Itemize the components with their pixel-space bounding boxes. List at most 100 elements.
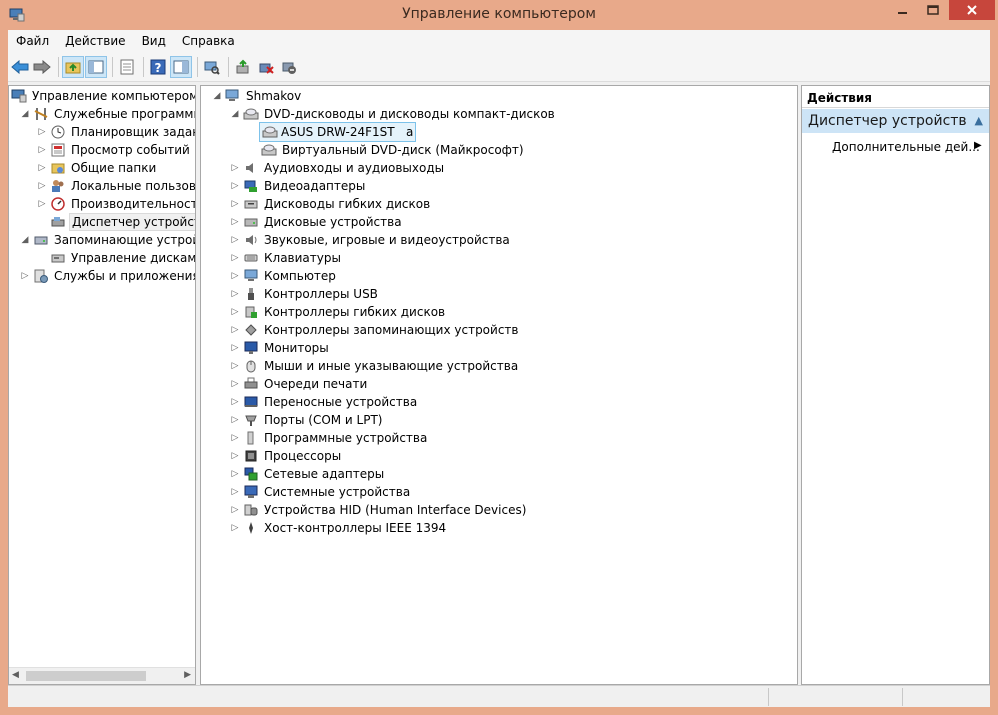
expand-arrow-icon[interactable]: ▷ — [36, 144, 48, 156]
menu-action[interactable]: Действие — [57, 34, 133, 48]
tree-item-storage[interactable]: ◢ Запоминающие устройст — [19, 231, 195, 249]
expand-arrow-icon[interactable]: ▷ — [36, 180, 48, 192]
expand-arrow-icon[interactable]: ▷ — [229, 432, 241, 444]
device-category-monitors[interactable]: ▷ Мониторы — [229, 339, 331, 357]
controller-icon — [243, 304, 259, 320]
expand-arrow-icon[interactable]: ▷ — [229, 288, 241, 300]
device-category-ports[interactable]: ▷ Порты (COM и LPT) — [229, 411, 384, 429]
device-category-floppy-controllers[interactable]: ▷ Контроллеры гибких дисков — [229, 303, 447, 321]
horizontal-scrollbar[interactable]: ◀ ▶ — [9, 667, 195, 684]
expand-arrow-icon[interactable]: ▷ — [229, 324, 241, 336]
expand-arrow-icon[interactable]: ▷ — [229, 216, 241, 228]
menu-file[interactable]: Файл — [8, 34, 57, 48]
expand-arrow-icon[interactable]: ▷ — [229, 504, 241, 516]
uninstall-device-icon[interactable] — [255, 56, 277, 78]
device-category-ieee1394[interactable]: ▷ Хост-контроллеры IEEE 1394 — [229, 519, 448, 537]
device-category-disks[interactable]: ▷ Дисковые устройства — [229, 213, 404, 231]
menu-view[interactable]: Вид — [134, 34, 174, 48]
expand-arrow-icon[interactable]: ▷ — [229, 342, 241, 354]
expand-arrow-icon[interactable]: ▷ — [229, 252, 241, 264]
expand-arrow-icon[interactable]: ▷ — [229, 522, 241, 534]
tree-item-event-viewer[interactable]: ▷ Просмотр событий — [36, 141, 192, 159]
tree-item-local-users[interactable]: ▷ Локальные пользовате — [36, 177, 195, 195]
device-item-asus-dvd[interactable]: ASUS DRW-24F1ST a — [259, 122, 417, 142]
tree-item-task-scheduler[interactable]: ▷ Планировщик заданий — [36, 123, 195, 141]
help-icon[interactable]: ? — [147, 56, 169, 78]
scroll-left-icon[interactable]: ◀ — [12, 670, 19, 680]
device-tree: ◢ Shmakov ◢ DVD-дисководы и дисководы ко… — [200, 85, 798, 685]
device-category-dvd[interactable]: ◢ DVD-дисководы и дисководы компакт-диск… — [229, 105, 557, 123]
dvd-drive-icon — [243, 106, 259, 122]
tree-item-shared-folders[interactable]: ▷ Общие папки — [36, 159, 158, 177]
menu-help[interactable]: Справка — [174, 34, 243, 48]
expand-arrow-icon[interactable]: ▷ — [229, 234, 241, 246]
console-tree: Управление компьютером (л ◢ Служебные пр… — [8, 85, 196, 685]
tree-item-device-manager[interactable]: Диспетчер устройств — [48, 213, 195, 231]
properties-icon[interactable] — [170, 56, 192, 78]
tree-item-performance[interactable]: ▷ Производительность — [36, 195, 195, 213]
close-button[interactable] — [949, 0, 995, 20]
collapse-arrow-icon[interactable]: ◢ — [211, 90, 223, 102]
tree-item-root[interactable]: Управление компьютером (л — [9, 87, 195, 105]
expand-arrow-icon[interactable]: ▷ — [229, 270, 241, 282]
device-category-system[interactable]: ▷ Системные устройства — [229, 483, 412, 501]
expand-arrow-icon[interactable]: ▷ — [36, 162, 48, 174]
expand-arrow-icon[interactable]: ▷ — [229, 360, 241, 372]
expand-arrow-icon[interactable]: ▷ — [36, 198, 48, 210]
back-icon[interactable] — [9, 56, 31, 78]
services-icon — [33, 268, 49, 284]
device-category-keyboards[interactable]: ▷ Клавиатуры — [229, 249, 343, 267]
scroll-thumb[interactable] — [26, 671, 146, 681]
export-icon[interactable] — [116, 56, 138, 78]
more-actions-item[interactable]: Дополнительные дей... — [832, 140, 980, 154]
submenu-arrow-icon[interactable]: ▶ — [974, 140, 982, 151]
forward-icon[interactable] — [31, 56, 53, 78]
show-tree-icon[interactable] — [85, 56, 107, 78]
collapse-arrow-icon[interactable]: ◢ — [19, 108, 31, 120]
expand-arrow-icon[interactable]: ▷ — [229, 162, 241, 174]
expand-arrow-icon[interactable]: ▷ — [229, 486, 241, 498]
device-tree-computer[interactable]: ◢ Shmakov — [211, 87, 303, 105]
device-category-computer[interactable]: ▷ Компьютер — [229, 267, 338, 285]
expand-arrow-icon[interactable]: ▷ — [229, 450, 241, 462]
device-category-usb[interactable]: ▷ Контроллеры USB — [229, 285, 380, 303]
device-category-audio-io[interactable]: ▷ Аудиовходы и аудиовыходы — [229, 159, 446, 177]
device-category-hid[interactable]: ▷ Устройства HID (Human Interface Device… — [229, 501, 528, 519]
expand-arrow-icon[interactable]: ▷ — [229, 378, 241, 390]
port-icon — [243, 412, 259, 428]
expand-arrow-icon[interactable]: ▷ — [229, 414, 241, 426]
expand-arrow-icon[interactable]: ▷ — [229, 180, 241, 192]
tree-item-disk-management[interactable]: Управление дисками — [48, 249, 195, 267]
device-category-portable[interactable]: ▷ Переносные устройства — [229, 393, 419, 411]
device-category-network[interactable]: ▷ Сетевые адаптеры — [229, 465, 386, 483]
tree-item-services[interactable]: ▷ Службы и приложения — [19, 267, 195, 285]
device-category-sound[interactable]: ▷ Звуковые, игровые и видеоустройства — [229, 231, 512, 249]
expand-arrow-icon[interactable]: ▷ — [229, 468, 241, 480]
expand-arrow-icon[interactable]: ▷ — [229, 198, 241, 210]
device-category-processors[interactable]: ▷ Процессоры — [229, 447, 343, 465]
collapse-arrow-icon[interactable]: ◢ — [19, 234, 31, 246]
device-category-mice[interactable]: ▷ Мыши и иные указывающие устройства — [229, 357, 520, 375]
device-category-software[interactable]: ▷ Программные устройства — [229, 429, 429, 447]
minimize-button[interactable] — [889, 0, 917, 20]
expand-arrow-icon[interactable]: ▷ — [36, 126, 48, 138]
expand-arrow-icon[interactable]: ▷ — [229, 396, 241, 408]
actions-section-device-manager[interactable]: Диспетчер устройств ▲ — [802, 109, 989, 133]
device-category-storage-controllers[interactable]: ▷ Контроллеры запоминающих устройств — [229, 321, 520, 339]
collapse-arrow-icon[interactable]: ◢ — [229, 108, 241, 120]
update-driver-icon[interactable] — [232, 56, 254, 78]
device-item-virtual-dvd[interactable]: Виртуальный DVD-диск (Майкрософт) — [259, 141, 526, 159]
maximize-button[interactable] — [919, 0, 947, 20]
device-category-floppy[interactable]: ▷ Дисководы гибких дисков — [229, 195, 432, 213]
device-category-video[interactable]: ▷ Видеоадаптеры — [229, 177, 367, 195]
device-manager-icon — [50, 214, 66, 230]
tree-item-utilities[interactable]: ◢ Служебные программы — [19, 105, 195, 123]
collapse-up-icon[interactable]: ▲ — [975, 114, 983, 127]
scan-hardware-icon[interactable] — [201, 56, 223, 78]
device-category-print-queues[interactable]: ▷ Очереди печати — [229, 375, 369, 393]
expand-arrow-icon[interactable]: ▷ — [229, 306, 241, 318]
up-folder-icon[interactable] — [62, 56, 84, 78]
scroll-right-icon[interactable]: ▶ — [184, 670, 191, 680]
expand-arrow-icon[interactable]: ▷ — [19, 270, 31, 282]
disable-device-icon[interactable] — [278, 56, 300, 78]
